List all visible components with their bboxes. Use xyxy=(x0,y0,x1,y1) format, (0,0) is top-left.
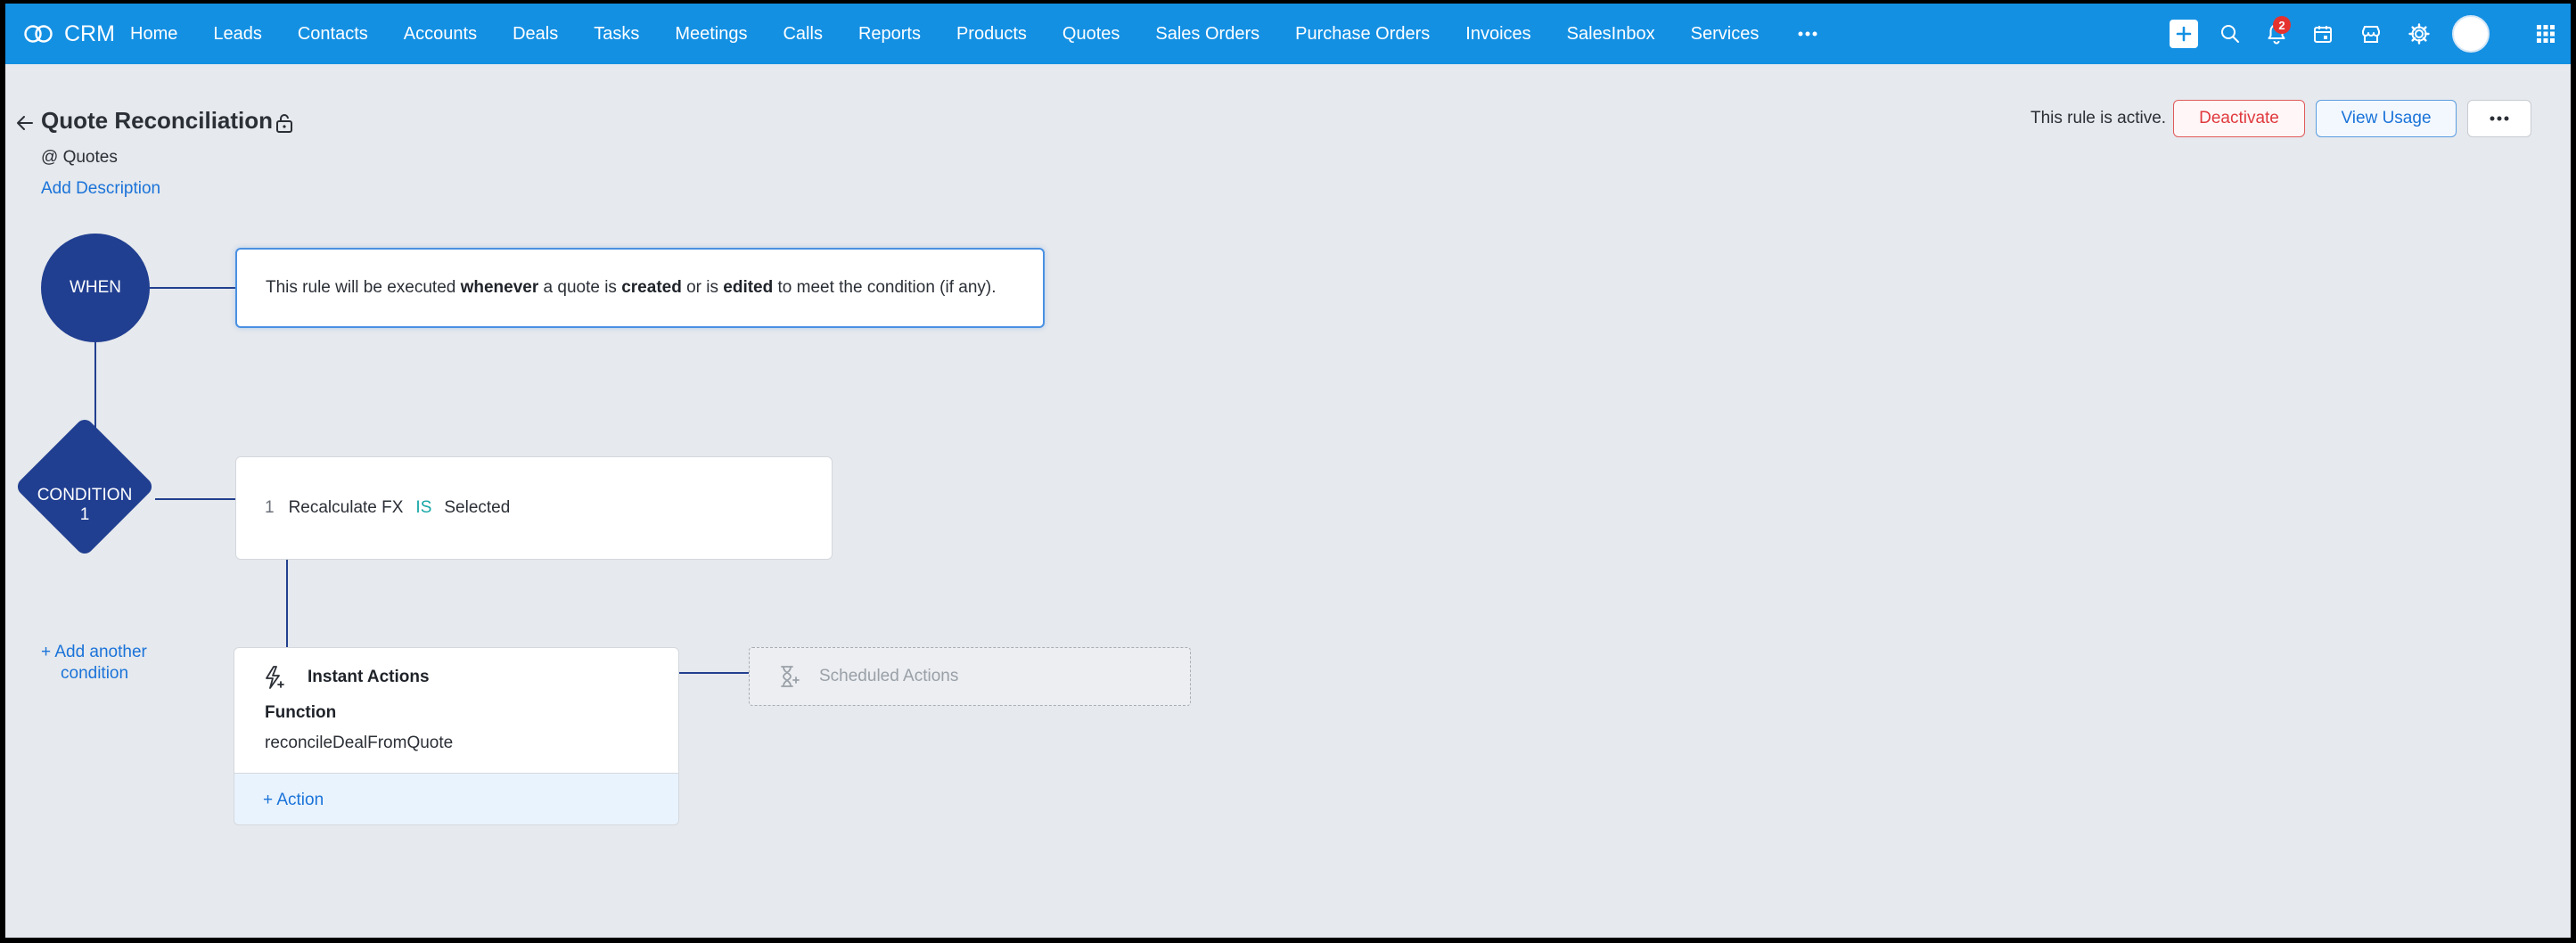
nav-item-salesinbox[interactable]: SalesInbox xyxy=(1567,24,1655,45)
add-condition-link[interactable]: + Add another condition xyxy=(41,642,147,685)
nav-item-deals[interactable]: Deals xyxy=(513,24,558,45)
function-label: Function xyxy=(265,703,337,722)
nav-item-leads[interactable]: Leads xyxy=(213,24,262,45)
trigger-text: This rule will be executed whenever a qu… xyxy=(266,278,997,297)
nav-item-reports[interactable]: Reports xyxy=(858,24,921,45)
nav-item-accounts[interactable]: Accounts xyxy=(404,24,477,45)
nav-item-purchase-orders[interactable]: Purchase Orders xyxy=(1295,24,1430,45)
condition-number: 1 xyxy=(265,498,275,517)
avatar xyxy=(2452,15,2490,53)
top-nav-bar: CRM Home Leads Contacts Accounts Deals T… xyxy=(5,4,2571,64)
search-icon xyxy=(2221,25,2239,43)
condition-value: Selected xyxy=(444,498,511,517)
condition-operator: IS xyxy=(415,498,432,517)
lightning-icon xyxy=(261,664,288,695)
nav-item-quotes[interactable]: Quotes xyxy=(1062,24,1120,45)
apps-button[interactable] xyxy=(2530,4,2562,64)
lock-icon[interactable] xyxy=(275,112,294,138)
plus-icon xyxy=(2170,20,2198,48)
nav-item-services[interactable]: Services xyxy=(1691,24,1760,45)
nav-item-sales-orders[interactable]: Sales Orders xyxy=(1155,24,1259,45)
scheduled-actions-button[interactable]: Scheduled Actions xyxy=(749,647,1191,706)
instant-actions-title: Instant Actions xyxy=(308,668,430,686)
instant-actions-card: Instant Actions Function reconcileDealFr… xyxy=(234,647,679,825)
profile-avatar-button[interactable] xyxy=(2448,4,2494,64)
page-title: Quote Reconciliation xyxy=(41,107,274,134)
connector-condition-card xyxy=(155,498,235,500)
nav-item-contacts[interactable]: Contacts xyxy=(298,24,368,45)
crm-logo-icon xyxy=(24,25,53,43)
nav-item-products[interactable]: Products xyxy=(956,24,1027,45)
function-name[interactable]: reconcileDealFromQuote xyxy=(265,734,453,753)
condition-card[interactable]: 1 Recalculate FX IS Selected xyxy=(235,456,833,560)
apps-grid-icon xyxy=(2537,25,2555,43)
more-horizontal-icon xyxy=(2490,116,2509,121)
calendar-icon xyxy=(2314,26,2332,43)
main-nav: Home Leads Contacts Accounts Deals Tasks… xyxy=(130,4,1817,64)
more-nav-icon[interactable] xyxy=(1798,31,1817,37)
when-node: WHEN xyxy=(41,234,150,342)
hourglass-icon xyxy=(781,666,800,687)
nav-item-home[interactable]: Home xyxy=(130,24,177,45)
marketplace-button[interactable] xyxy=(2353,4,2389,64)
trigger-card[interactable]: This rule will be executed whenever a qu… xyxy=(235,248,1045,328)
notifications-button[interactable]: 2 xyxy=(2259,4,2294,64)
add-condition-line1: + Add another xyxy=(41,643,147,661)
add-condition-line2: condition xyxy=(61,664,129,683)
gear-icon xyxy=(2408,23,2430,45)
nav-item-calls[interactable]: Calls xyxy=(783,24,822,45)
notification-badge: 2 xyxy=(2273,16,2291,34)
search-button[interactable] xyxy=(2212,4,2248,64)
connector-when-card xyxy=(150,287,235,289)
view-usage-button[interactable]: View Usage xyxy=(2316,100,2457,137)
nav-item-invoices[interactable]: Invoices xyxy=(1465,24,1530,45)
connector-when-condition xyxy=(94,342,96,431)
nav-item-meetings[interactable]: Meetings xyxy=(675,24,747,45)
settings-button[interactable] xyxy=(2401,4,2437,64)
calendar-button[interactable] xyxy=(2305,4,2341,64)
connector-condition-actions xyxy=(286,560,288,647)
crm-logo[interactable]: CRM xyxy=(23,4,115,64)
condition-field: Recalculate FX xyxy=(288,498,404,517)
back-button[interactable] xyxy=(14,112,36,138)
more-options-button[interactable] xyxy=(2467,100,2531,137)
connector-instant-scheduled xyxy=(679,672,749,674)
add-action-button[interactable]: + Action xyxy=(234,773,678,824)
condition-node-label: CONDITION 1 xyxy=(37,486,133,524)
scheduled-actions-label: Scheduled Actions xyxy=(819,667,959,685)
add-description-link[interactable]: Add Description xyxy=(41,179,160,199)
app-name: CRM xyxy=(64,20,115,46)
rule-module: @ Quotes xyxy=(41,148,118,167)
nav-item-tasks[interactable]: Tasks xyxy=(594,24,639,45)
back-arrow-icon xyxy=(17,116,33,130)
marketplace-icon xyxy=(2362,26,2380,43)
deactivate-button[interactable]: Deactivate xyxy=(2173,100,2305,137)
create-button[interactable] xyxy=(2166,4,2202,64)
rule-status-text: This rule is active. xyxy=(2030,109,2167,127)
app-window: CRM Home Leads Contacts Accounts Deals T… xyxy=(5,4,2571,938)
